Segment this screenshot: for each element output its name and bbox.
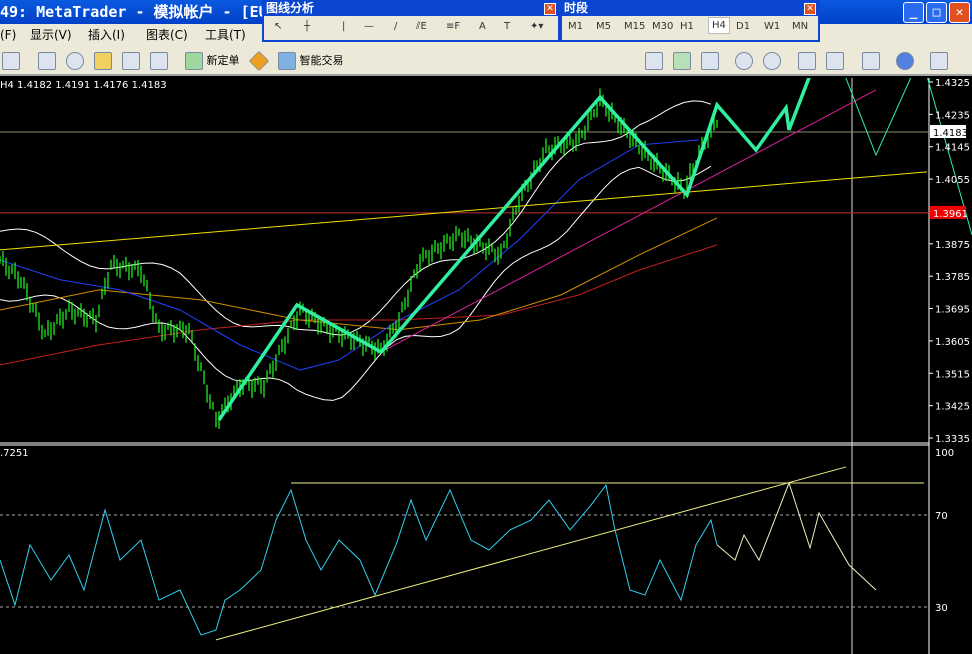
price-tick-label: 1.4325 xyxy=(935,78,970,89)
new-order-icon xyxy=(185,52,203,70)
auto-scroll-icon[interactable] xyxy=(798,52,816,70)
menu-file[interactable]: (F) xyxy=(0,24,16,46)
price-tick-label: 1.3785 xyxy=(935,272,970,283)
text-tool[interactable]: A xyxy=(479,21,486,32)
price-tick-label: 1.4235 xyxy=(935,110,970,121)
period-m30[interactable]: M30 xyxy=(652,21,673,32)
vertical-line-tool[interactable]: | xyxy=(342,21,345,32)
close-button[interactable]: ✕ xyxy=(949,2,970,23)
strategy-tester-icon[interactable] xyxy=(150,52,168,70)
menu-tools[interactable]: 工具(T) xyxy=(205,24,246,46)
period-h1[interactable]: H1 xyxy=(680,21,694,32)
close-icon[interactable]: ✕ xyxy=(544,3,556,15)
expert-icon xyxy=(278,52,296,70)
indicator-tick-label: 100 xyxy=(935,448,954,459)
favorites-icon[interactable] xyxy=(94,52,112,70)
chart-shift-icon[interactable] xyxy=(826,52,844,70)
price-tick-label: 1.3335 xyxy=(935,434,970,445)
period-h4[interactable]: H4 xyxy=(708,17,730,34)
bid-price-label: 1.4183 xyxy=(933,128,968,139)
price-bars xyxy=(0,88,718,429)
new-order-button[interactable]: 新定单 xyxy=(185,50,240,72)
minimize-button[interactable]: _ xyxy=(903,2,924,23)
templates-icon[interactable] xyxy=(930,52,948,70)
maximize-button[interactable]: □ xyxy=(926,2,947,23)
line-studies-toolbar: 图线分析 ✕ ↖ ┼ | — / ⫽E ≡F A T ✦▾ xyxy=(262,0,560,42)
market-watch-icon[interactable] xyxy=(38,52,56,70)
zoom-in-icon[interactable] xyxy=(735,52,753,70)
zoom-out-icon[interactable] xyxy=(763,52,781,70)
line-studies-title: 图线分析 xyxy=(266,1,315,15)
periodicity-title: 时段 xyxy=(564,1,589,15)
line-chart-icon[interactable] xyxy=(701,52,719,70)
period-m5[interactable]: M5 xyxy=(596,21,611,32)
period-mn[interactable]: MN xyxy=(792,21,808,32)
price-tick-label: 1.3605 xyxy=(935,337,970,348)
indicator-line xyxy=(0,483,718,636)
menu-charts[interactable]: 图表(C) xyxy=(146,24,188,46)
fibonacci-tool[interactable]: ≡F xyxy=(446,21,460,32)
periodicity-toolbar: 时段 ✕ M1 M5 M15 M30 H1 H4 D1 W1 MN xyxy=(560,0,820,42)
text-label-tool[interactable]: T xyxy=(504,21,510,32)
horizontal-line-tool[interactable]: — xyxy=(364,21,374,32)
price-tick-label: 1.3425 xyxy=(935,402,970,413)
warning-icon[interactable] xyxy=(248,50,270,72)
period-d1[interactable]: D1 xyxy=(736,21,750,32)
bollinger-upper xyxy=(0,100,712,336)
level-price-label: 1.3961 xyxy=(933,209,968,220)
close-icon[interactable]: ✕ xyxy=(804,3,816,15)
terminal-icon[interactable] xyxy=(122,52,140,70)
indicator-tick-label: 30 xyxy=(935,603,948,614)
indicators-icon[interactable] xyxy=(862,52,880,70)
window-title: 49: MetaTrader - 模拟帐户 - [EURUS xyxy=(0,3,295,21)
zigzag-line xyxy=(217,78,811,422)
main-toolbar: 新定单 智能交易 xyxy=(0,46,972,76)
candlestick-icon[interactable] xyxy=(673,52,691,70)
profiles-icon[interactable] xyxy=(2,52,20,70)
menu-view[interactable]: 显示(V) xyxy=(30,24,72,46)
indicator-value: .7251 xyxy=(0,448,29,459)
trendline-yellow xyxy=(0,171,928,251)
menu-insert[interactable]: 插入(I) xyxy=(88,24,125,46)
periods-clock-icon[interactable] xyxy=(896,52,914,70)
chart-area[interactable]: 1.4325 1.4235 1.4145 1.4055 1.3875 1.3785 1.36… xyxy=(0,78,972,654)
cursor-tool[interactable]: ↖ xyxy=(274,21,282,32)
price-tick-label: 1.3515 xyxy=(935,369,970,380)
price-tick-label: 1.4055 xyxy=(935,175,970,186)
bollinger-lower xyxy=(0,165,712,401)
period-m15[interactable]: M15 xyxy=(624,21,645,32)
channel-tool[interactable]: ⫽E xyxy=(416,21,427,32)
price-tick-label: 1.3695 xyxy=(935,305,970,316)
indicator-tick-label: 70 xyxy=(935,511,948,522)
crosshair-tool[interactable]: ┼ xyxy=(304,21,310,32)
indicator-trendline xyxy=(215,466,847,641)
period-m1[interactable]: M1 xyxy=(568,21,583,32)
period-w1[interactable]: W1 xyxy=(764,21,780,32)
expert-advisors-button[interactable]: 智能交易 xyxy=(278,50,344,72)
chart-info: H4 1.4182 1.4191 1.4176 1.4183 xyxy=(0,80,167,91)
price-tick-label: 1.4145 xyxy=(935,143,970,154)
price-tick-label: 1.3875 xyxy=(935,240,970,251)
bar-chart-icon[interactable] xyxy=(645,52,663,70)
trendline-tool[interactable]: / xyxy=(394,21,397,32)
arrows-tool[interactable]: ✦▾ xyxy=(530,21,543,32)
navigator-icon[interactable] xyxy=(66,52,84,70)
